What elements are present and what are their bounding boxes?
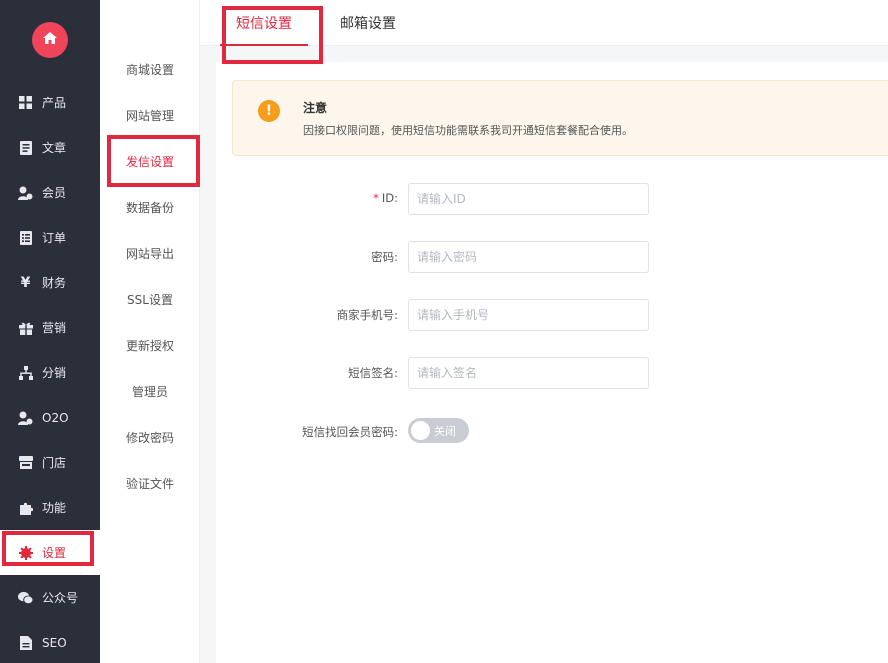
- sidebar-item-orders[interactable]: 订单: [0, 215, 100, 260]
- warning-icon: !: [258, 100, 280, 122]
- highlight-box-subnav: [107, 135, 200, 187]
- sidebar-item-seo[interactable]: SEO: [0, 620, 100, 663]
- notice-title: 注意: [303, 101, 328, 115]
- grid-icon: [18, 95, 33, 110]
- subnav-item-change-password[interactable]: 修改密码: [100, 414, 200, 460]
- sidebar-item-label: 公众号: [42, 591, 79, 605]
- subnav-item-license-update[interactable]: 更新授权: [100, 322, 200, 368]
- sidebar-item-marketing[interactable]: 营销: [0, 305, 100, 350]
- subnav-item-ssl-settings[interactable]: SSL设置: [100, 276, 200, 322]
- hierarchy-icon: [18, 365, 33, 380]
- required-mark: *: [373, 191, 379, 205]
- sidebar-item-label: 产品: [42, 96, 67, 110]
- yen-icon: ¥: [20, 274, 31, 291]
- sidebar-item-label: 会员: [42, 186, 67, 200]
- sidebar-item-label: 营销: [42, 321, 67, 335]
- notice-banner: ! 注意 因接口权限问题，使用短信功能需联系我司开通短信套餐配合使用。: [232, 80, 888, 156]
- sidebar-item-wechat[interactable]: 公众号: [0, 575, 100, 620]
- sidebar-item-distribution[interactable]: 分销: [0, 350, 100, 395]
- sidebar-item-label: 文章: [42, 141, 67, 155]
- id-input[interactable]: [408, 183, 649, 215]
- highlight-box-tab: [222, 6, 323, 64]
- sms-recover-password-toggle[interactable]: 关闭: [408, 418, 469, 443]
- sidebar-item-stores[interactable]: 门店: [0, 440, 100, 485]
- member-icon: [18, 410, 33, 425]
- sidebar-item-label: 订单: [42, 231, 67, 245]
- sidebar-item-o2o[interactable]: O2O: [0, 395, 100, 440]
- sidebar-item-products[interactable]: 产品: [0, 80, 100, 125]
- store-icon: [18, 455, 33, 470]
- merchant-phone-label: 商家手机号:: [336, 308, 398, 322]
- sidebar-item-label: 财务: [42, 276, 67, 290]
- gift-icon: [18, 320, 33, 335]
- file-icon: [18, 635, 33, 650]
- puzzle-icon: [18, 500, 33, 515]
- subnav-item-administrators[interactable]: 管理员: [100, 368, 200, 414]
- merchant-phone-input[interactable]: [408, 299, 649, 331]
- wechat-icon: [18, 590, 33, 605]
- document-icon: [18, 140, 33, 155]
- id-label: * ID:: [208, 191, 398, 205]
- home-icon: [42, 30, 58, 50]
- id-label-text: ID:: [381, 191, 398, 205]
- password-input[interactable]: [408, 241, 649, 273]
- app-window: 产品 文章 会员 订单 ¥ 财务 营销 分销 O2O 门店 功能 设置 公众号 …: [0, 0, 888, 663]
- sms-signature-input[interactable]: [408, 357, 649, 389]
- subnav-item-verification-file[interactable]: 验证文件: [100, 460, 200, 506]
- highlight-box-sidebar: [2, 531, 94, 566]
- member-icon: [18, 185, 33, 200]
- sidebar-item-articles[interactable]: 文章: [0, 125, 100, 170]
- toggle-knob: [411, 421, 430, 440]
- list-icon: [18, 230, 33, 245]
- sidebar-item-label: 分销: [42, 366, 67, 380]
- subnav-item-data-backup[interactable]: 数据备份: [100, 184, 200, 230]
- sms-signature-label: 短信签名:: [348, 366, 398, 380]
- sidebar-item-label: 功能: [42, 501, 67, 515]
- password-label: 密码:: [371, 250, 398, 264]
- settings-subnav: 商城设置 网站管理 发信设置 数据备份 网站导出 SSL设置 更新授权 管理员 …: [100, 0, 200, 663]
- subnav-item-site-management[interactable]: 网站管理: [100, 92, 200, 138]
- toggle-state-text: 关闭: [434, 425, 456, 438]
- notice-text: 因接口权限问题，使用短信功能需联系我司开通短信套餐配合使用。: [303, 124, 633, 137]
- sidebar-item-functions[interactable]: 功能: [0, 485, 100, 530]
- subnav-item-mall-settings[interactable]: 商城设置: [100, 46, 200, 92]
- sidebar-item-label: 门店: [42, 456, 67, 470]
- subnav-item-site-export[interactable]: 网站导出: [100, 230, 200, 276]
- sidebar-item-label: O2O: [42, 410, 69, 425]
- home-button[interactable]: [32, 22, 68, 58]
- sms-recover-password-label: 短信找回会员密码:: [302, 425, 398, 439]
- sidebar-item-finance[interactable]: ¥ 财务: [0, 260, 100, 305]
- sidebar-item-members[interactable]: 会员: [0, 170, 100, 215]
- sidebar-item-label: SEO: [42, 635, 67, 650]
- tab-email-settings[interactable]: 邮箱设置: [340, 0, 396, 46]
